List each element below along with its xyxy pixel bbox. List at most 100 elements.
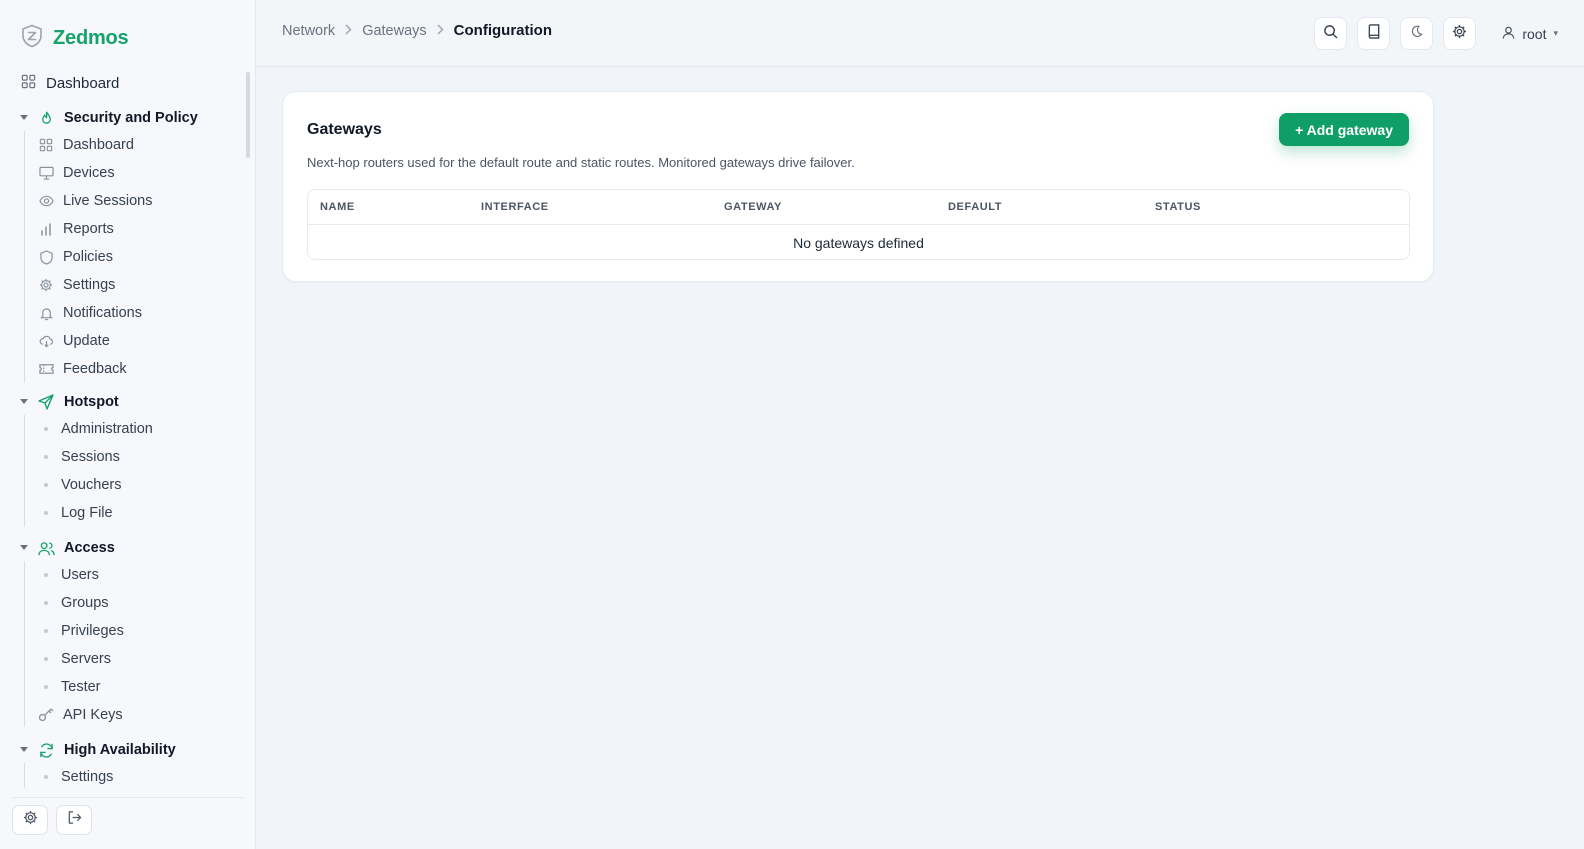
search-button[interactable] [1314, 17, 1348, 50]
sidebar-item-label: Reports [63, 221, 114, 237]
username: root [1522, 25, 1547, 42]
sidebar-item-update[interactable]: Update [38, 328, 110, 354]
group-label: Access [64, 540, 115, 556]
sidebar-footer [12, 805, 92, 835]
sidebar-item-feedback[interactable]: Feedback [38, 356, 127, 382]
group-security-and-policy[interactable]: Security and Policy [19, 104, 198, 132]
table-header: NAME INTERFACE GATEWAY DEFAULT STATUS [308, 190, 1409, 225]
sidebar-item-groups[interactable]: Groups [38, 590, 109, 616]
sidebar-item-policies[interactable]: Policies [38, 244, 113, 270]
brand[interactable]: Zedmos [21, 24, 129, 53]
group-label: Hotspot [64, 394, 119, 410]
monitor-icon [38, 166, 54, 180]
bullet-dot [44, 657, 48, 661]
moon-icon [1410, 25, 1424, 43]
brand-name: Zedmos [53, 27, 129, 49]
breadcrumb-current: Configuration [453, 22, 552, 39]
logout-button[interactable] [56, 805, 92, 835]
users-icon [37, 541, 55, 556]
sidebar-item-administration[interactable]: Administration [38, 416, 153, 442]
sidebar-item-label: API Keys [63, 707, 123, 723]
bar-chart-icon [38, 222, 54, 236]
group-high-availability[interactable]: High Availability [19, 736, 176, 764]
column-header-status[interactable]: STATUS [1155, 201, 1201, 213]
search-icon [1323, 24, 1338, 44]
group-access[interactable]: Access [19, 534, 115, 562]
eye-icon [38, 195, 54, 207]
sidebar-item-privileges[interactable]: Privileges [38, 618, 124, 644]
group-label: Security and Policy [64, 110, 198, 126]
theme-toggle-button[interactable] [1400, 17, 1434, 50]
sidebar-item-tester[interactable]: Tester [38, 674, 101, 700]
user-menu[interactable]: root ▾ [1494, 17, 1566, 50]
add-gateway-button[interactable]: + Add gateway [1279, 113, 1409, 146]
refresh-icon [37, 742, 55, 758]
column-header-gateway[interactable]: GATEWAY [724, 201, 782, 213]
column-header-name[interactable]: NAME [320, 201, 355, 213]
settings-button[interactable] [12, 805, 48, 835]
column-header-interface[interactable]: INTERFACE [481, 201, 549, 213]
sidebar-item-vouchers[interactable]: Vouchers [38, 472, 121, 498]
sidebar-item-label: Dashboard [63, 137, 134, 153]
key-icon [38, 708, 54, 722]
card-description: Next-hop routers used for the default ro… [307, 155, 855, 170]
sidebar-item-users[interactable]: Users [38, 562, 99, 588]
sidebar-item-label: Dashboard [46, 74, 120, 92]
bullet-dot [44, 511, 48, 515]
sidebar-item-label: Administration [61, 421, 153, 437]
sidebar-item-label: Feedback [63, 361, 127, 377]
sidebar-item-reports[interactable]: Reports [38, 216, 114, 242]
sidebar-item-notifications[interactable]: Notifications [38, 300, 142, 326]
bullet-dot [44, 455, 48, 459]
chevron-right-icon [437, 23, 444, 38]
sidebar-item-servers[interactable]: Servers [38, 646, 111, 672]
gear-icon [23, 810, 38, 830]
sidebar-scrollbar[interactable] [246, 72, 250, 158]
sidebar-item-dashboard[interactable]: Dashboard [21, 69, 119, 97]
chevron-right-icon [345, 23, 352, 38]
bullet-dot [44, 483, 48, 487]
dashboard-grid-icon [38, 138, 54, 152]
card-title: Gateways [307, 121, 382, 138]
caret-down-icon [19, 115, 29, 121]
docs-button[interactable] [1357, 17, 1391, 50]
sidebar-item-sec-dashboard[interactable]: Dashboard [38, 132, 134, 158]
sidebar-item-api-keys[interactable]: API Keys [38, 702, 123, 728]
sidebar-item-label: Settings [61, 769, 114, 785]
breadcrumb-network[interactable]: Network [282, 23, 335, 39]
settings-button[interactable] [1443, 17, 1477, 50]
group-tree-line [24, 415, 25, 527]
group-label: High Availability [64, 742, 176, 758]
sidebar-item-label: Vouchers [61, 477, 122, 493]
sidebar-item-ha-settings[interactable]: Settings [38, 764, 113, 788]
top-header: Network Gateways Configuration root ▾ [256, 0, 1584, 67]
sidebar-item-label: Servers [61, 651, 111, 667]
sidebar-item-label: Tester [61, 679, 101, 695]
group-hotspot[interactable]: Hotspot [19, 388, 119, 416]
shield-logo-icon [21, 24, 43, 53]
shield-icon [38, 249, 54, 265]
bullet-dot [44, 629, 48, 633]
gateways-table: NAME INTERFACE GATEWAY DEFAULT STATUS No… [307, 189, 1410, 260]
flame-icon [37, 110, 55, 126]
send-icon [37, 394, 55, 410]
cloud-download-icon [38, 334, 54, 348]
bullet-dot [44, 427, 48, 431]
breadcrumb-gateways[interactable]: Gateways [362, 23, 426, 39]
sidebar-item-sessions[interactable]: Sessions [38, 444, 120, 470]
sidebar-item-log-file[interactable]: Log File [38, 500, 113, 526]
sidebar-nav: Dashboard Security and Policy Dashboard … [0, 68, 246, 788]
sidebar-item-label: Privileges [61, 623, 124, 639]
sidebar-item-label: Live Sessions [63, 193, 153, 209]
sidebar-item-live-sessions[interactable]: Live Sessions [38, 188, 152, 214]
group-tree-line [24, 763, 25, 788]
sidebar-item-label: Settings [63, 277, 116, 293]
sidebar-item-devices[interactable]: Devices [38, 160, 115, 186]
column-header-default[interactable]: DEFAULT [948, 201, 1002, 213]
book-icon [1367, 23, 1381, 44]
caret-down-icon [19, 399, 29, 405]
dashboard-grid-icon [21, 74, 36, 93]
sidebar-item-label: Log File [61, 505, 113, 521]
breadcrumb: Network Gateways Configuration [282, 22, 552, 39]
sidebar-item-settings[interactable]: Settings [38, 272, 115, 298]
